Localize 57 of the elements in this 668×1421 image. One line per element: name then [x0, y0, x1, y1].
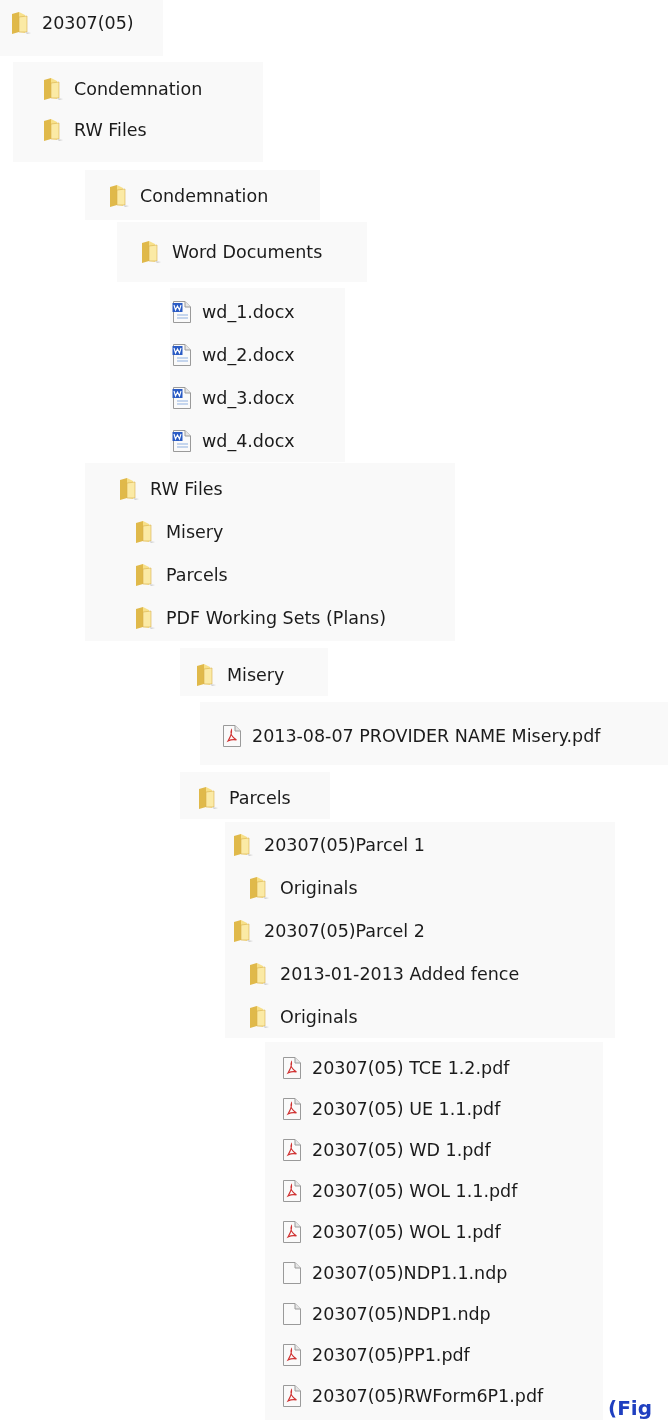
folder-icon	[134, 519, 156, 544]
folder-icon	[140, 239, 162, 264]
folder-icon	[197, 785, 219, 810]
folder-icon	[232, 832, 254, 857]
file-item[interactable]: 20307(05) WD 1.pdf	[282, 1129, 491, 1170]
file-item[interactable]: 20307(05)RWForm6P1.pdf	[282, 1375, 544, 1416]
pdf-file-icon	[282, 1219, 302, 1244]
file-item[interactable]: 20307(05)NDP1.1.ndp	[282, 1252, 508, 1293]
pdf-file-icon	[282, 1137, 302, 1162]
folder-item[interactable]: RW Files	[118, 467, 223, 510]
figure-caption: (Fig	[608, 1396, 652, 1420]
file-item[interactable]: 20307(05)PP1.pdf	[282, 1334, 470, 1375]
folder-icon	[10, 10, 32, 35]
folder-icon	[248, 875, 270, 900]
folder-icon	[195, 662, 217, 687]
pdf-file-icon	[282, 1178, 302, 1203]
file-item[interactable]: wd_1.docx	[172, 290, 295, 333]
file-item[interactable]: wd_2.docx	[172, 333, 295, 376]
file-item[interactable]: 20307(05) TCE 1.2.pdf	[282, 1047, 510, 1088]
file-item[interactable]: 20307(05)NDP1.ndp	[282, 1293, 491, 1334]
pdf-file-icon	[282, 1096, 302, 1121]
pdf-file-icon	[282, 1342, 302, 1367]
folder-icon	[248, 1004, 270, 1029]
folder-icon	[42, 76, 64, 101]
folder-item[interactable]: 2013-01-2013 Added fence	[248, 952, 520, 995]
folder-icon	[248, 961, 270, 986]
file-item[interactable]: wd_4.docx	[172, 419, 295, 462]
folder-item[interactable]: 20307(05)Parcel 2	[232, 909, 425, 952]
folder-item[interactable]: Word Documents	[140, 230, 323, 273]
folder-item[interactable]: Parcels	[197, 776, 291, 819]
pdf-file-icon	[282, 1055, 302, 1080]
file-item[interactable]: 20307(05) UE 1.1.pdf	[282, 1088, 501, 1129]
folder-item[interactable]: Condemnation	[42, 68, 203, 109]
folder-icon	[42, 117, 64, 142]
folder-item[interactable]: Misery	[195, 653, 285, 696]
folder-icon	[232, 918, 254, 943]
folder-item[interactable]: Misery	[134, 510, 224, 553]
folder-icon	[118, 476, 140, 501]
folder-item[interactable]: Originals	[248, 866, 358, 909]
folder-item[interactable]: Originals	[248, 995, 358, 1038]
file-item[interactable]: 20307(05) WOL 1.1.pdf	[282, 1170, 518, 1211]
pdf-file-icon	[222, 723, 242, 748]
folder-item[interactable]: 20307(05)	[10, 1, 134, 44]
file-item[interactable]: 20307(05) WOL 1.pdf	[282, 1211, 501, 1252]
file-item[interactable]: 2013-08-07 PROVIDER NAME Misery.pdf	[222, 714, 601, 757]
folder-item[interactable]: PDF Working Sets (Plans)	[134, 596, 386, 639]
folder-item[interactable]: 20307(05)Parcel 1	[232, 823, 425, 866]
folder-icon	[134, 605, 156, 630]
pdf-file-icon	[282, 1383, 302, 1408]
blank-file-icon	[282, 1301, 302, 1326]
folder-item[interactable]: Parcels	[134, 553, 228, 596]
file-item[interactable]: wd_3.docx	[172, 376, 295, 419]
blank-file-icon	[282, 1260, 302, 1285]
folder-item[interactable]: RW Files	[42, 109, 147, 150]
folder-icon	[134, 562, 156, 587]
folder-icon	[108, 183, 130, 208]
folder-item[interactable]: Condemnation	[108, 174, 269, 217]
